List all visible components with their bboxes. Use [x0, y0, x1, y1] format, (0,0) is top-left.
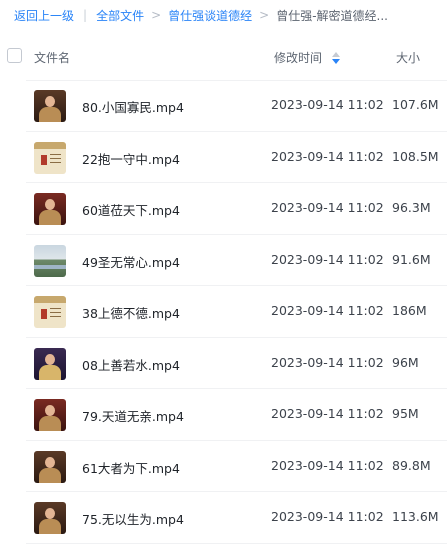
- file-name[interactable]: 38上德不德.mp4: [82, 303, 180, 322]
- column-header-time-label: 修改时间: [274, 51, 323, 65]
- file-name[interactable]: 60道莅天下.mp4: [82, 200, 180, 219]
- file-row[interactable]: 75.无以生为.mp4 2023-09-14 11:02 113.6M: [0, 492, 447, 544]
- file-name[interactable]: 49圣无常心.mp4: [82, 252, 180, 271]
- file-name[interactable]: 79.天道无亲.mp4: [82, 406, 184, 425]
- video-thumbnail: [34, 296, 66, 328]
- chevron-right-icon: >: [259, 8, 270, 22]
- breadcrumb-current-folder: 曾仕强-解密道德经...: [276, 8, 388, 23]
- file-row[interactable]: 61大者为下.mp4 2023-09-14 11:02 89.8M: [0, 441, 447, 493]
- file-modified-time: 2023-09-14 11:02: [271, 406, 384, 421]
- column-header-time[interactable]: 修改时间: [274, 49, 341, 66]
- select-all-checkbox[interactable]: [7, 48, 22, 63]
- file-modified-time: 2023-09-14 11:02: [271, 200, 384, 215]
- file-modified-time: 2023-09-14 11:02: [271, 354, 384, 370]
- video-thumbnail: [34, 450, 66, 483]
- sort-desc-icon[interactable]: [332, 51, 341, 64]
- file-modified-time: 2023-09-14 11:02: [271, 148, 384, 164]
- breadcrumb-divider: |: [83, 8, 88, 22]
- file-modified-time: 2023-09-14 11:02: [271, 509, 384, 524]
- file-modified-time: 2023-09-14 11:02: [271, 303, 384, 318]
- table-header: 文件名 修改时间 大小: [0, 38, 447, 76]
- video-thumbnail: [34, 347, 66, 380]
- file-size: 96M: [392, 354, 419, 370]
- file-modified-time: 2023-09-14 11:02: [271, 251, 384, 267]
- video-thumbnail: [34, 90, 66, 122]
- file-name[interactable]: 75.无以生为.mp4: [82, 509, 184, 528]
- file-row[interactable]: 49圣无常心.mp4 2023-09-14 11:02 91.6M: [0, 235, 447, 287]
- file-size: 113.6M: [392, 509, 439, 524]
- file-row[interactable]: 38上德不德.mp4 2023-09-14 11:02 186M: [0, 286, 447, 338]
- file-size: 89.8M: [392, 457, 431, 473]
- file-name[interactable]: 22抱一守中.mp4: [82, 149, 180, 168]
- video-thumbnail: [34, 399, 66, 431]
- file-size: 91.6M: [392, 251, 431, 267]
- breadcrumb: 返回上一级 | 全部文件 > 曾仕强谈道德经 > 曾仕强-解密道德经...: [14, 6, 388, 24]
- file-size: 107.6M: [392, 97, 439, 112]
- column-header-name[interactable]: 文件名: [34, 49, 70, 66]
- back-link[interactable]: 返回上一级: [14, 7, 74, 24]
- file-name[interactable]: 61大者为下.mp4: [82, 458, 180, 477]
- file-name[interactable]: 80.小国寡民.mp4: [82, 97, 184, 116]
- file-list: 80.小国寡民.mp4 2023-09-14 11:02 107.6M 22抱一…: [0, 80, 447, 544]
- file-size: 186M: [392, 303, 427, 318]
- file-row[interactable]: 79.天道无亲.mp4 2023-09-14 11:02 95M: [0, 389, 447, 441]
- video-thumbnail: [34, 193, 66, 225]
- video-thumbnail: [34, 502, 66, 534]
- file-size: 96.3M: [392, 200, 431, 215]
- file-size: 108.5M: [392, 148, 439, 164]
- file-modified-time: 2023-09-14 11:02: [271, 457, 384, 473]
- file-modified-time: 2023-09-14 11:02: [271, 97, 384, 112]
- breadcrumb-all-files[interactable]: 全部文件: [96, 7, 144, 24]
- column-header-size[interactable]: 大小: [396, 49, 420, 66]
- file-row[interactable]: 80.小国寡民.mp4 2023-09-14 11:02 107.6M: [0, 80, 447, 132]
- video-thumbnail: [34, 141, 66, 174]
- file-name[interactable]: 08上善若水.mp4: [82, 355, 180, 374]
- file-row[interactable]: 60道莅天下.mp4 2023-09-14 11:02 96.3M: [0, 183, 447, 235]
- video-thumbnail: [34, 244, 66, 277]
- chevron-right-icon: >: [151, 8, 162, 22]
- breadcrumb-parent-folder[interactable]: 曾仕强谈道德经: [168, 7, 252, 24]
- file-row[interactable]: 22抱一守中.mp4 2023-09-14 11:02 108.5M: [0, 132, 447, 184]
- file-size: 95M: [392, 406, 419, 421]
- file-row[interactable]: 08上善若水.mp4 2023-09-14 11:02 96M: [0, 338, 447, 390]
